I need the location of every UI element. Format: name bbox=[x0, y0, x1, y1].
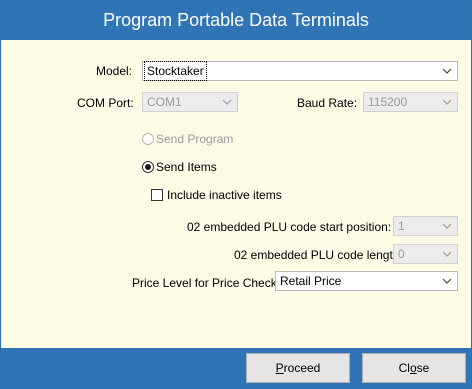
model-select[interactable]: Stocktaker bbox=[142, 61, 458, 81]
chevron-down-icon bbox=[442, 97, 452, 107]
chevron-down-icon bbox=[442, 249, 452, 259]
plu-length-label: 02 embedded PLU code length: bbox=[234, 248, 403, 262]
baud-rate-value: 115200 bbox=[368, 95, 408, 109]
chevron-down-icon bbox=[222, 97, 232, 107]
com-port-value: COM1 bbox=[147, 95, 182, 109]
proceed-button-label: Proceed bbox=[275, 361, 321, 375]
com-port-select[interactable]: COM1 bbox=[142, 92, 238, 112]
chevron-down-icon bbox=[442, 221, 452, 231]
send-program-radio[interactable] bbox=[142, 133, 154, 145]
dialog-title: Program Portable Data Terminals bbox=[103, 9, 369, 30]
plu-length-value: 0 bbox=[398, 247, 405, 261]
price-level-label: Price Level for Price Check: bbox=[132, 276, 281, 290]
chevron-down-icon bbox=[442, 66, 452, 76]
include-inactive-checkbox[interactable] bbox=[151, 189, 163, 201]
plu-start-value: 1 bbox=[398, 219, 405, 233]
dialog-title-bar: Program Portable Data Terminals bbox=[1, 0, 471, 40]
include-inactive-label: Include inactive items bbox=[167, 188, 282, 202]
com-port-label: COM Port: bbox=[77, 96, 134, 110]
plu-start-label: 02 embedded PLU code start position: bbox=[187, 220, 392, 234]
program-terminals-dialog: Program Portable Data Terminals Model: S… bbox=[0, 0, 472, 389]
plu-start-select[interactable]: 1 bbox=[393, 216, 458, 236]
send-items-radio[interactable] bbox=[142, 161, 154, 173]
model-label: Model: bbox=[96, 64, 133, 78]
radio-selected-dot bbox=[145, 164, 151, 170]
send-program-label: Send Program bbox=[156, 132, 234, 146]
close-button-label: Close bbox=[398, 361, 430, 375]
dialog-footer: Proceed Close bbox=[1, 348, 471, 389]
price-level-select[interactable]: Retail Price bbox=[275, 271, 458, 291]
baud-rate-select[interactable]: 115200 bbox=[363, 92, 458, 112]
plu-length-select[interactable]: 0 bbox=[393, 244, 458, 264]
price-level-value: Retail Price bbox=[280, 274, 342, 288]
model-value: Stocktaker bbox=[144, 61, 207, 81]
baud-rate-label: Baud Rate: bbox=[297, 96, 358, 110]
send-items-label: Send Items bbox=[156, 160, 217, 174]
chevron-down-icon bbox=[442, 276, 452, 286]
close-button[interactable]: Close bbox=[362, 353, 466, 383]
proceed-button[interactable]: Proceed bbox=[246, 353, 350, 383]
